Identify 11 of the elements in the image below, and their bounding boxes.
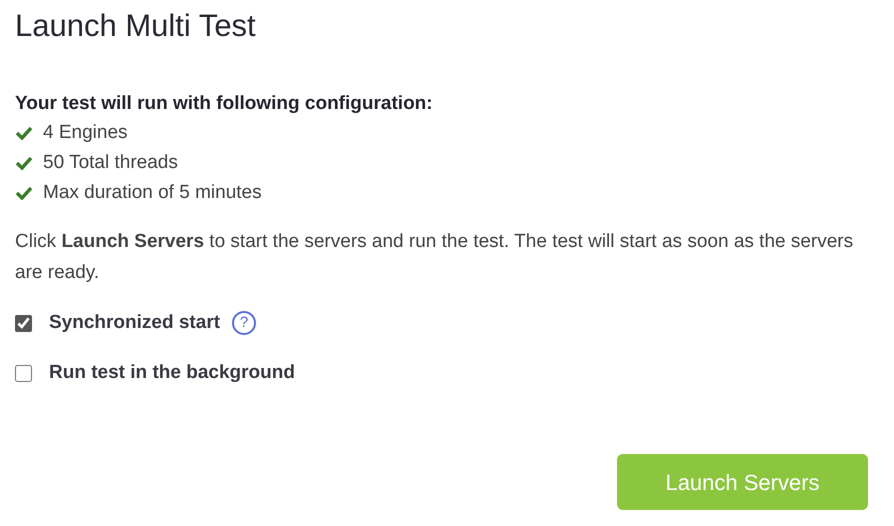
option-checkbox[interactable] [15,364,32,382]
help-button[interactable]: ? [232,311,256,335]
page-title: Launch Multi Test [15,7,256,45]
description-text: Click Launch Servers to start the servers and run the test. The test will start as soon as the servers are ready. [15,230,854,285]
configuration-item: 4 Engines [43,120,128,145]
configuration-item: 50 Total threads [43,150,178,175]
option-checkbox[interactable] [15,314,32,332]
configuration-item: Max duration of 5 minutes [43,180,262,205]
configuration-heading: Your test will run with following configuration: [15,92,433,116]
option-label: Run test in the background [49,360,295,385]
option-label: Synchronized start [49,310,220,335]
